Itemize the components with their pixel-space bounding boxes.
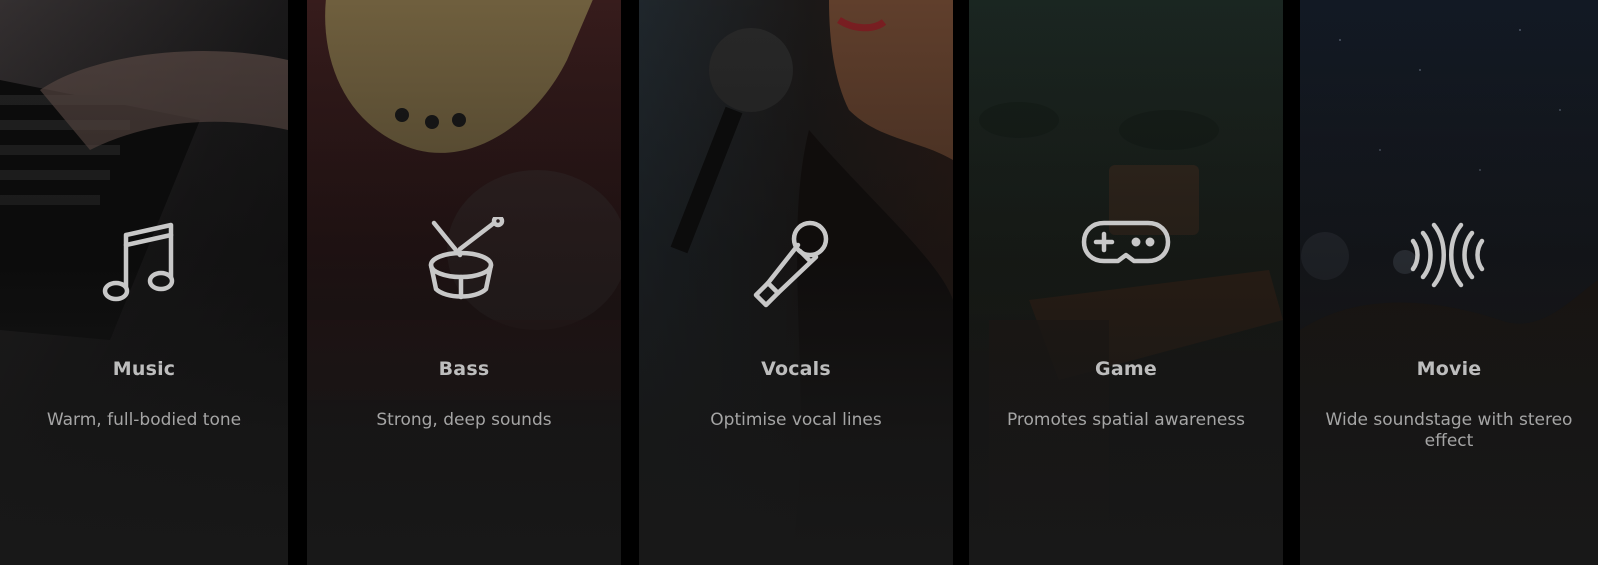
mode-card-music[interactable]: Music Warm, full-bodied tone [0, 0, 288, 565]
mode-description: Warm, full-bodied tone [46, 410, 242, 430]
mode-description: Optimise vocal lines [710, 410, 882, 430]
mode-title: Bass [438, 358, 490, 380]
mode-description: Wide soundstage with stereo effect [1325, 410, 1573, 451]
mode-card-game[interactable]: Game Promotes spatial awareness [969, 0, 1283, 565]
mode-description: Promotes spatial awareness [1006, 410, 1246, 430]
mode-title: Movie [1416, 358, 1482, 380]
sound-mode-gallery: Music Warm, full-bodied tone Bass Strong… [0, 0, 1598, 565]
mode-title: Game [1095, 358, 1157, 380]
microphone-icon [748, 217, 844, 313]
mode-card-bass[interactable]: Bass Strong, deep sounds [307, 0, 621, 565]
surround-sound-icon [1401, 217, 1497, 313]
mode-title: Vocals [761, 358, 831, 380]
mode-title: Music [112, 358, 176, 380]
mode-description: Strong, deep sounds [376, 410, 552, 430]
mode-card-movie[interactable]: Movie Wide soundstage with stereo effect [1300, 0, 1598, 565]
gamepad-icon [1078, 217, 1174, 313]
music-note-icon [96, 217, 192, 313]
mode-card-vocals[interactable]: Vocals Optimise vocal lines [639, 0, 953, 565]
drum-icon [416, 217, 512, 313]
